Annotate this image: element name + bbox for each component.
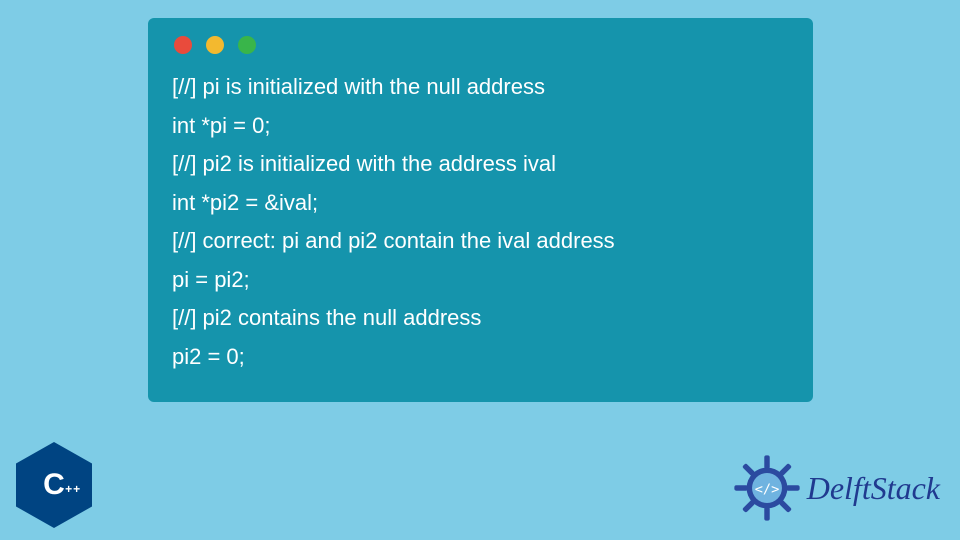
code-line: [//] pi is initialized with the null add… bbox=[172, 68, 789, 107]
minimize-icon bbox=[206, 36, 224, 54]
code-line: pi2 = 0; bbox=[172, 338, 789, 377]
code-line: pi = pi2; bbox=[172, 261, 789, 300]
gear-icon: </> bbox=[733, 454, 801, 522]
brand-logo: </> DelftStack bbox=[733, 454, 940, 522]
code-window: [//] pi is initialized with the null add… bbox=[148, 18, 813, 402]
code-line: [//] pi2 is initialized with the address… bbox=[172, 145, 789, 184]
cpp-letter: C bbox=[43, 468, 65, 501]
cpp-plusplus: ++ bbox=[65, 482, 81, 496]
code-line: int *pi = 0; bbox=[172, 107, 789, 146]
code-block: [//] pi is initialized with the null add… bbox=[172, 68, 789, 376]
brand-name: DelftStack bbox=[807, 470, 940, 507]
close-icon bbox=[174, 36, 192, 54]
svg-text:</>: </> bbox=[754, 481, 779, 497]
maximize-icon bbox=[238, 36, 256, 54]
cpp-logo-icon: C ++ bbox=[16, 442, 94, 528]
window-title-bar bbox=[172, 36, 789, 54]
code-line: [//] pi2 contains the null address bbox=[172, 299, 789, 338]
code-line: [//] correct: pi and pi2 contain the iva… bbox=[172, 222, 789, 261]
code-line: int *pi2 = &ival; bbox=[172, 184, 789, 223]
